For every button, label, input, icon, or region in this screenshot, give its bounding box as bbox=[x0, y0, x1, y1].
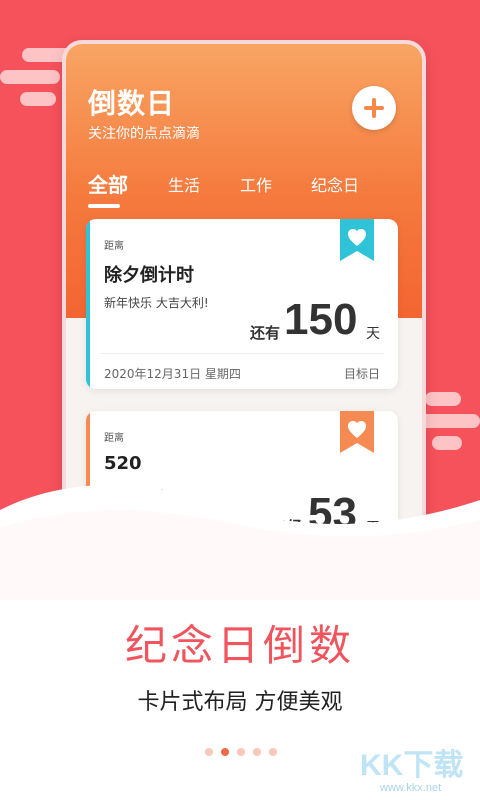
plus-icon bbox=[364, 98, 384, 118]
distance-label: 距离 bbox=[104, 433, 124, 444]
page-indicator bbox=[205, 748, 277, 756]
days-prefix: 还有 bbox=[250, 324, 281, 342]
promo-headline: 纪念日倒数 bbox=[124, 621, 355, 670]
distance-label: 距离 bbox=[104, 241, 124, 252]
tab-all[interactable]: 全部 bbox=[88, 169, 128, 198]
watermark-url: www.kkx.net bbox=[380, 782, 442, 794]
page-dot bbox=[205, 748, 213, 756]
decor-line bbox=[425, 392, 461, 406]
event-date: 2020年12月31日 星期四 bbox=[104, 367, 241, 381]
tab-life[interactable]: 生活 bbox=[168, 172, 200, 196]
heart-bookmark-icon bbox=[340, 411, 374, 453]
wave-divider bbox=[0, 485, 480, 600]
tab-indicator bbox=[88, 204, 120, 208]
decor-line bbox=[432, 436, 462, 450]
event-note: 新年快乐 大吉大利! bbox=[104, 296, 209, 310]
promo-tagline: 卡片式布局 方便美观 bbox=[137, 690, 343, 715]
heart-bookmark-icon bbox=[340, 219, 374, 261]
countdown-card[interactable]: 距离 除夕倒计时 新年快乐 大吉大利! 还有 150 天 2020年12月31日… bbox=[86, 219, 398, 389]
tab-work[interactable]: 工作 bbox=[240, 172, 272, 196]
add-button[interactable] bbox=[352, 86, 396, 130]
decor-line bbox=[0, 70, 60, 84]
page-dot bbox=[237, 748, 245, 756]
card-divider bbox=[100, 353, 384, 354]
page-dot-active bbox=[221, 748, 229, 756]
tab-anniversary[interactable]: 纪念日 bbox=[311, 172, 359, 196]
page-dot bbox=[253, 748, 261, 756]
target-day-label: 目标日 bbox=[343, 367, 380, 381]
days-count: 150 bbox=[284, 295, 358, 344]
page-dot bbox=[269, 748, 277, 756]
decor-line bbox=[420, 414, 480, 428]
watermark: KK下载 www.kkx.net bbox=[360, 740, 478, 798]
event-title: 除夕倒计时 bbox=[104, 265, 194, 286]
days-unit: 天 bbox=[366, 326, 380, 342]
card-accent-stripe bbox=[86, 219, 90, 389]
watermark-text: KK下载 bbox=[360, 749, 464, 782]
app-title: 倒数日 bbox=[88, 87, 176, 120]
decor-line bbox=[20, 92, 56, 106]
app-subtitle: 关注你的点点滴滴 bbox=[88, 126, 200, 142]
